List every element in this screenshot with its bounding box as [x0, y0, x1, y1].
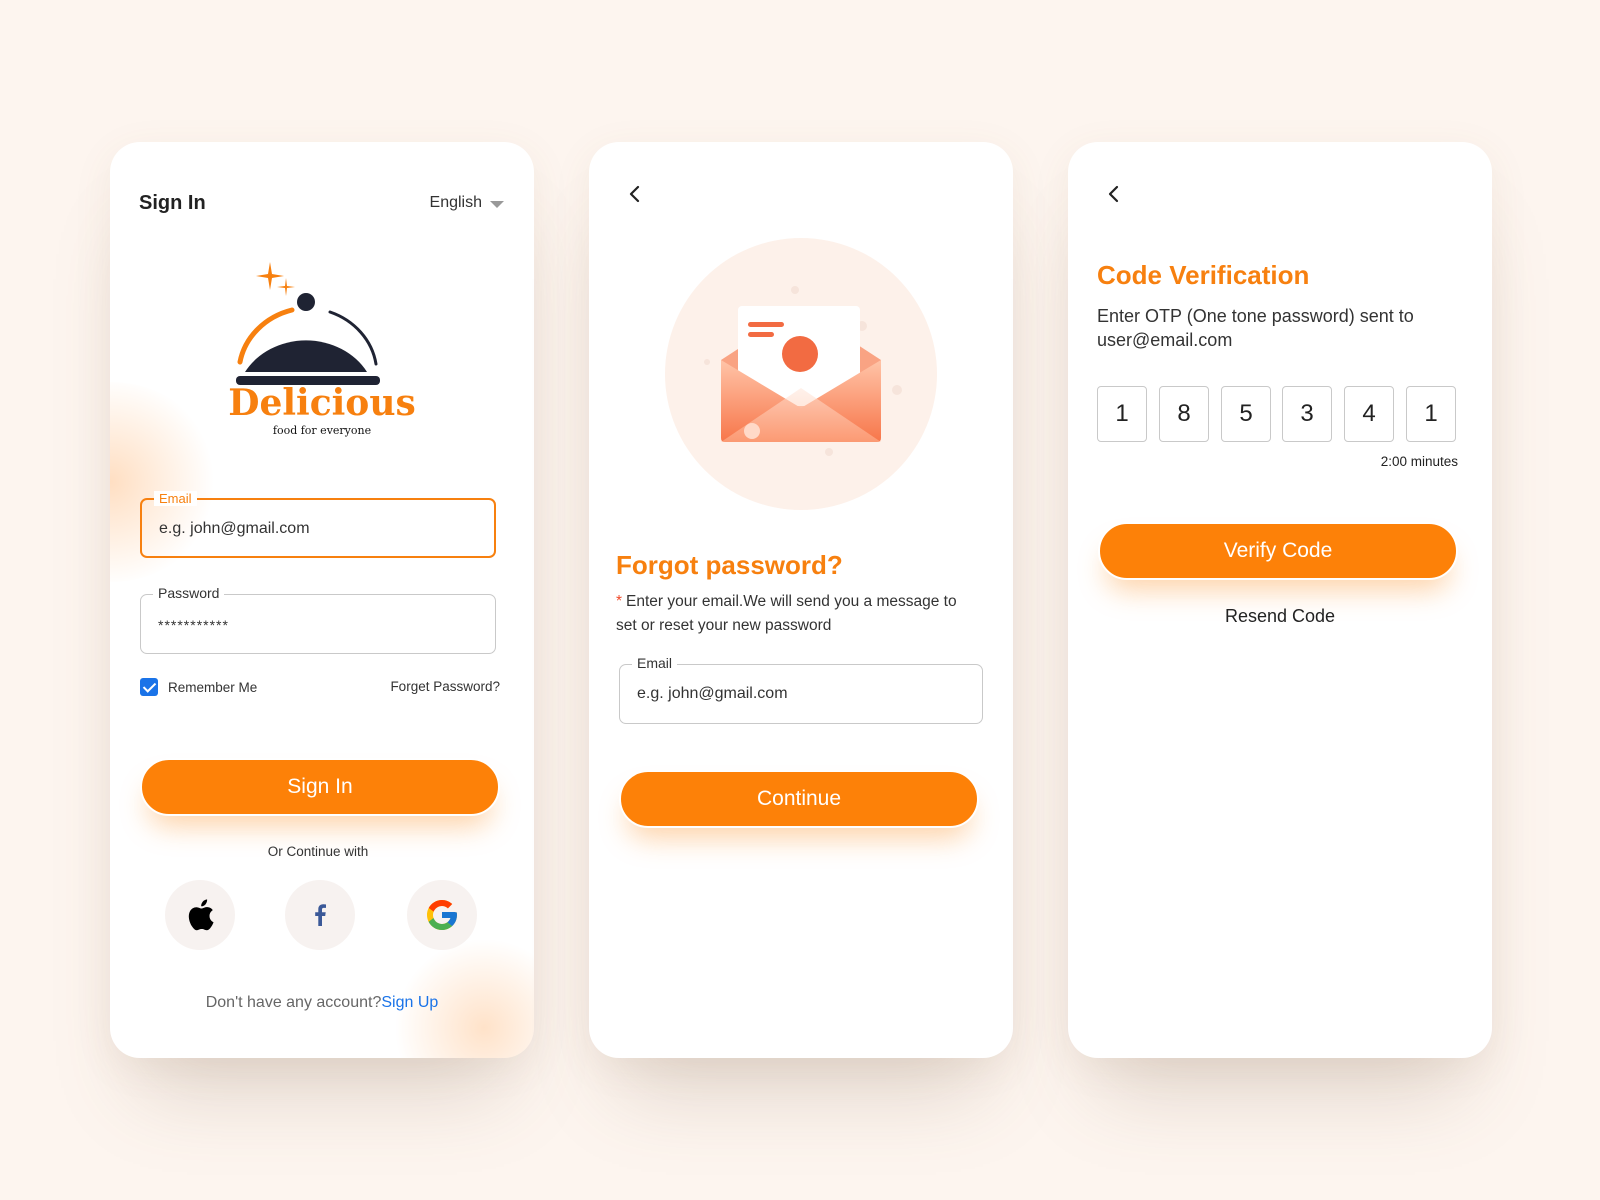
page-title: Sign In — [139, 192, 206, 214]
password-field[interactable]: Password *********** — [140, 585, 496, 654]
password-input[interactable]: *********** — [158, 617, 441, 633]
sign-in-button[interactable]: Sign In — [140, 758, 500, 816]
page-title: Forgot password? — [616, 550, 843, 580]
otp-digit-input[interactable]: 4 — [1344, 386, 1394, 442]
code-verification-screen: Code Verification Enter OTP (One tone pa… — [1068, 142, 1492, 1058]
remember-me-row[interactable]: Remember Me — [140, 678, 257, 696]
facebook-login-button[interactable] — [285, 880, 355, 950]
apple-login-button[interactable] — [165, 880, 235, 950]
sign-in-screen: Sign In English Delicious food for every… — [110, 142, 534, 1058]
email-input[interactable] — [159, 520, 441, 538]
remember-me-label: Remember Me — [168, 679, 258, 695]
back-arrow-icon[interactable] — [1102, 182, 1126, 206]
otp-timer: 2:00 minutes — [1380, 454, 1458, 469]
otp-digit-input[interactable]: 5 — [1221, 386, 1271, 442]
no-account-text: Don't have any account? — [205, 994, 382, 1011]
signup-prompt: Don't have any account?Sign Up — [110, 994, 534, 1012]
email-field[interactable]: Email — [140, 491, 496, 558]
required-mark: * — [616, 593, 623, 610]
otp-digit-input[interactable]: 1 — [1097, 386, 1147, 442]
otp-digit-input[interactable]: 3 — [1282, 386, 1332, 442]
back-arrow-icon[interactable] — [623, 182, 647, 206]
language-selector[interactable]: English — [430, 194, 504, 212]
brand-tagline: food for everyone — [272, 424, 372, 437]
google-icon — [427, 900, 457, 930]
envelope-illustration-icon — [665, 238, 937, 510]
sign-up-link[interactable]: Sign Up — [381, 994, 438, 1011]
email-input[interactable] — [637, 685, 927, 703]
verify-description: Enter OTP (One tone password) sent to us… — [1097, 306, 1414, 350]
otp-digit-input[interactable]: 1 — [1406, 386, 1456, 442]
verify-code-button[interactable]: Verify Code — [1098, 522, 1458, 580]
forgot-description: * Enter your email.We will send you a mes… — [616, 590, 976, 638]
apple-icon — [188, 899, 214, 931]
password-label: Password — [153, 585, 225, 601]
google-login-button[interactable] — [407, 880, 477, 950]
email-field[interactable]: Email — [619, 655, 983, 724]
brand-name: Delicious — [228, 382, 416, 424]
facebook-icon — [315, 904, 326, 926]
chevron-down-icon — [490, 200, 504, 208]
email-label: Email — [632, 655, 678, 671]
otp-digit-input[interactable]: 8 — [1159, 386, 1209, 442]
language-label: English — [429, 194, 482, 211]
page-title: Code Verification — [1097, 260, 1310, 290]
email-label: Email — [154, 491, 197, 506]
or-continue-text: Or Continue with — [267, 844, 369, 859]
resend-code-button[interactable]: Resend Code — [1068, 606, 1492, 627]
forgot-description-text: Enter your email.We will send you a mess… — [616, 593, 957, 634]
forget-password-link[interactable]: Forget Password? — [390, 679, 500, 694]
forgot-password-screen: Forgot password? * Enter your email.We wi… — [589, 142, 1013, 1058]
remember-me-checkbox[interactable] — [140, 678, 158, 696]
continue-button[interactable]: Continue — [619, 770, 979, 828]
